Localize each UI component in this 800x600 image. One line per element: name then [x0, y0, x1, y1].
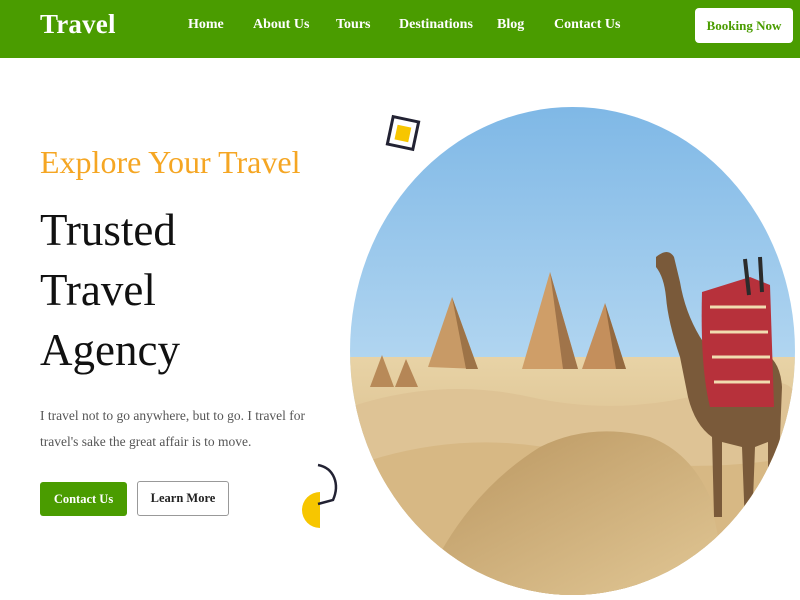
rotated-square-icon — [385, 114, 421, 152]
hero-headline: Trusted Travel Agency — [40, 200, 180, 380]
nav-home[interactable]: Home — [188, 17, 224, 33]
contact-us-button[interactable]: Contact Us — [40, 482, 127, 516]
hero-eyebrow: Explore Your Travel — [40, 144, 301, 180]
nav-tours[interactable]: Tours — [336, 17, 371, 33]
hero-image — [350, 107, 795, 595]
nav-contact-us[interactable]: Contact Us — [554, 17, 621, 33]
headline-line: Travel — [40, 265, 156, 315]
learn-more-button[interactable]: Learn More — [137, 481, 229, 516]
nav-blog[interactable]: Blog — [497, 17, 524, 33]
brand-logo[interactable]: Travel — [40, 9, 116, 40]
headline-line: Trusted — [40, 205, 176, 255]
half-circle-icon — [302, 463, 338, 528]
hero-tagline: I travel not to go anywhere, but to go. … — [40, 408, 306, 449]
navbar: Travel Home About Us Tours Destinations … — [0, 0, 800, 58]
nav-destinations[interactable]: Destinations — [399, 17, 473, 33]
desert-scene-illustration — [350, 107, 795, 595]
nav-about-us[interactable]: About Us — [253, 17, 309, 33]
booking-now-button[interactable]: Booking Now — [695, 8, 793, 43]
headline-line: Agency — [40, 325, 180, 375]
